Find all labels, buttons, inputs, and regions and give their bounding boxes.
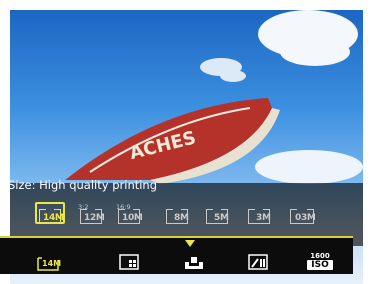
iso-function-button[interactable]: 1600 ISO — [307, 252, 333, 270]
metering-icon — [185, 257, 203, 269]
image-size-function-button[interactable]: 14M — [36, 252, 62, 274]
size-option-label: 03M — [295, 213, 316, 223]
size-option-5m[interactable]: 5M — [206, 203, 230, 225]
size-option-12m[interactable]: 3:2 12M — [78, 203, 105, 225]
size-option-label: 3M — [256, 213, 271, 223]
image-size-label: 14M — [42, 259, 62, 268]
iso-value: 1600 — [310, 252, 330, 260]
size-option-label: 10M — [122, 213, 143, 223]
iso-label: ISO — [307, 260, 333, 270]
size-option-label: 14M — [43, 213, 64, 223]
size-option-3m[interactable]: 3M — [248, 203, 272, 225]
size-option-10m[interactable]: 16:9 10M — [116, 203, 144, 225]
white-balance-icon — [248, 254, 268, 270]
white-balance-function-button[interactable] — [246, 252, 270, 274]
size-option-label: 8M — [174, 213, 189, 223]
metering-function-button[interactable] — [183, 252, 205, 274]
size-option-03m[interactable]: 03M — [290, 203, 316, 225]
size-option-label: 12M — [84, 213, 105, 223]
quality-grid-icon — [119, 254, 139, 270]
size-option-8m[interactable]: 8M — [166, 203, 190, 225]
size-option-label: 5M — [214, 213, 229, 223]
size-option-14m[interactable]: 14M — [35, 202, 65, 225]
selected-function-indicator-icon — [185, 240, 195, 247]
quality-function-button[interactable] — [118, 252, 140, 274]
size-menu-title: Size: High quality printing — [8, 178, 158, 192]
